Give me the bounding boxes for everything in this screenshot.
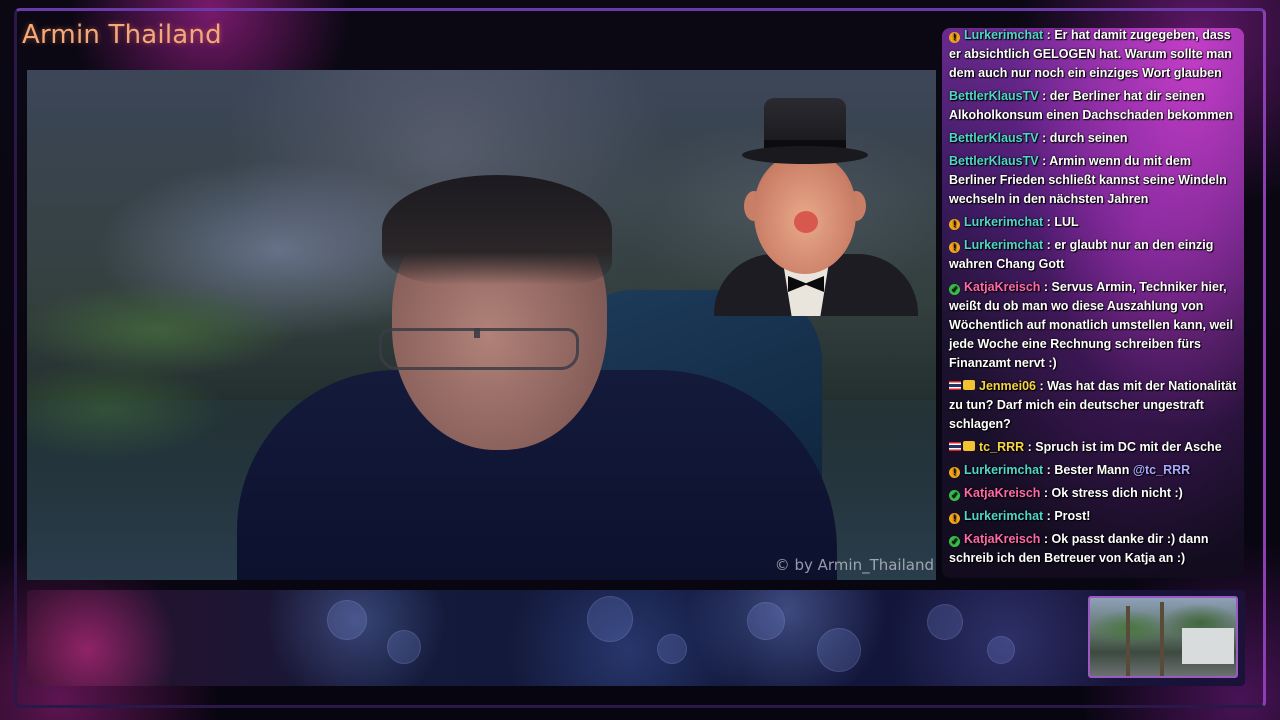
chat-message-list[interactable]: ! Lurkerimchat : Er hat damit zugegeben, …	[949, 28, 1239, 572]
chat-separator: :	[1043, 28, 1055, 42]
chat-separator: :	[1040, 280, 1052, 294]
house	[1182, 628, 1234, 664]
cartoon-avatar	[714, 96, 918, 316]
streamer-glasses	[379, 328, 579, 370]
palm-tree	[1126, 606, 1130, 676]
exclamation-badge-icon: !	[949, 467, 960, 478]
chat-separator: :	[1040, 486, 1052, 500]
chat-message: ✓ KatjaKreisch : Servus Armin, Techniker …	[949, 278, 1239, 373]
chat-username[interactable]: Lurkerimchat	[964, 463, 1043, 477]
chat-message-text: Spruch ist im DC mit der Asche	[1035, 440, 1222, 454]
video-watermark: © by Armin_Thailand	[774, 556, 934, 574]
exclamation-badge-icon: !	[949, 513, 960, 524]
chat-message: ! Lurkerimchat : LUL	[949, 213, 1239, 232]
chat-separator: :	[1035, 379, 1048, 393]
chat-message-text: Ok stress dich nicht :)	[1051, 486, 1183, 500]
chat-message: ! Lurkerimchat : Bester Mann @tc_RRR	[949, 461, 1239, 480]
chat-panel[interactable]: ! Lurkerimchat : Er hat damit zugegeben, …	[942, 28, 1244, 578]
chat-username[interactable]: KatjaKreisch	[964, 486, 1040, 500]
bokeh-light	[387, 630, 421, 664]
chat-message: ! Lurkerimchat : Er hat damit zugegeben, …	[949, 28, 1239, 83]
thai-flag-badge-icon	[949, 442, 961, 451]
chat-message-text: Prost!	[1054, 509, 1091, 523]
chat-separator: :	[1024, 440, 1036, 454]
thai-flag-badge-icon	[949, 381, 961, 390]
chat-separator: :	[1043, 215, 1055, 229]
chat-message-text: LUL	[1054, 215, 1079, 229]
subscriber-badge-icon	[963, 441, 975, 451]
chat-username[interactable]: KatjaKreisch	[964, 280, 1040, 294]
chat-mention[interactable]: @tc_RRR	[1133, 463, 1190, 477]
bokeh-light	[927, 604, 963, 640]
check-badge-icon: ✓	[949, 490, 960, 501]
check-badge-icon: ✓	[949, 536, 960, 547]
chat-message: Jenmei06 : Was hat das mit der Nationali…	[949, 377, 1239, 434]
subscriber-badge-icon	[963, 380, 975, 390]
chat-username[interactable]: BettlerKlausTV	[949, 89, 1039, 103]
chat-separator: :	[1043, 509, 1055, 523]
streamer-hair	[382, 175, 612, 285]
chat-username[interactable]: Lurkerimchat	[964, 238, 1043, 252]
chat-separator: :	[1038, 89, 1050, 103]
chat-message: ✓ KatjaKreisch : Ok passt danke dir :) da…	[949, 530, 1239, 568]
chat-separator: :	[1038, 131, 1050, 145]
chat-username[interactable]: Lurkerimchat	[964, 28, 1043, 42]
palm-tree	[1160, 602, 1164, 676]
hat-brim	[742, 146, 868, 164]
chat-username[interactable]: KatjaKreisch	[964, 532, 1040, 546]
chat-message: BettlerKlausTV : durch seinen	[949, 129, 1239, 148]
chat-message: BettlerKlausTV : der Berliner hat dir se…	[949, 87, 1239, 125]
bokeh-light	[987, 636, 1015, 664]
bokeh-light	[657, 634, 687, 664]
bokeh-light	[327, 600, 367, 640]
exclamation-badge-icon: !	[949, 32, 960, 43]
chat-separator: :	[1043, 238, 1055, 252]
chat-message: BettlerKlausTV : Armin wenn du mit dem B…	[949, 152, 1239, 209]
bokeh-light	[747, 602, 785, 640]
exclamation-badge-icon: !	[949, 219, 960, 230]
chat-message: ✓ KatjaKreisch : Ok stress dich nicht :)	[949, 484, 1239, 503]
chat-message-text: Bester Mann	[1054, 463, 1133, 477]
chat-username[interactable]: BettlerKlausTV	[949, 154, 1039, 168]
bokeh-light	[817, 628, 861, 672]
chat-username[interactable]: BettlerKlausTV	[949, 131, 1039, 145]
stream-title: Armin Thailand	[22, 20, 222, 50]
bokeh-light	[587, 596, 633, 642]
chat-username[interactable]: tc_RRR	[979, 440, 1024, 454]
chat-username[interactable]: Lurkerimchat	[964, 509, 1043, 523]
chat-message: ! Lurkerimchat : er glaubt nur an den ein…	[949, 236, 1239, 274]
avatar-nose	[794, 211, 818, 233]
chat-username[interactable]: Jenmei06	[979, 379, 1036, 393]
camera-preview-thumbnail	[1088, 596, 1238, 678]
chat-separator: :	[1038, 154, 1050, 168]
chat-username[interactable]: Lurkerimchat	[964, 215, 1043, 229]
chat-message: tc_RRR : Spruch ist im DC mit der Asche	[949, 438, 1239, 457]
check-badge-icon: ✓	[949, 284, 960, 295]
chat-message: ! Lurkerimchat : Prost!	[949, 507, 1239, 526]
chat-separator: :	[1043, 463, 1055, 477]
chat-message-text: durch seinen	[1049, 131, 1128, 145]
bottom-decor-bar	[27, 590, 1245, 686]
exclamation-badge-icon: !	[949, 242, 960, 253]
chat-separator: :	[1040, 532, 1052, 546]
